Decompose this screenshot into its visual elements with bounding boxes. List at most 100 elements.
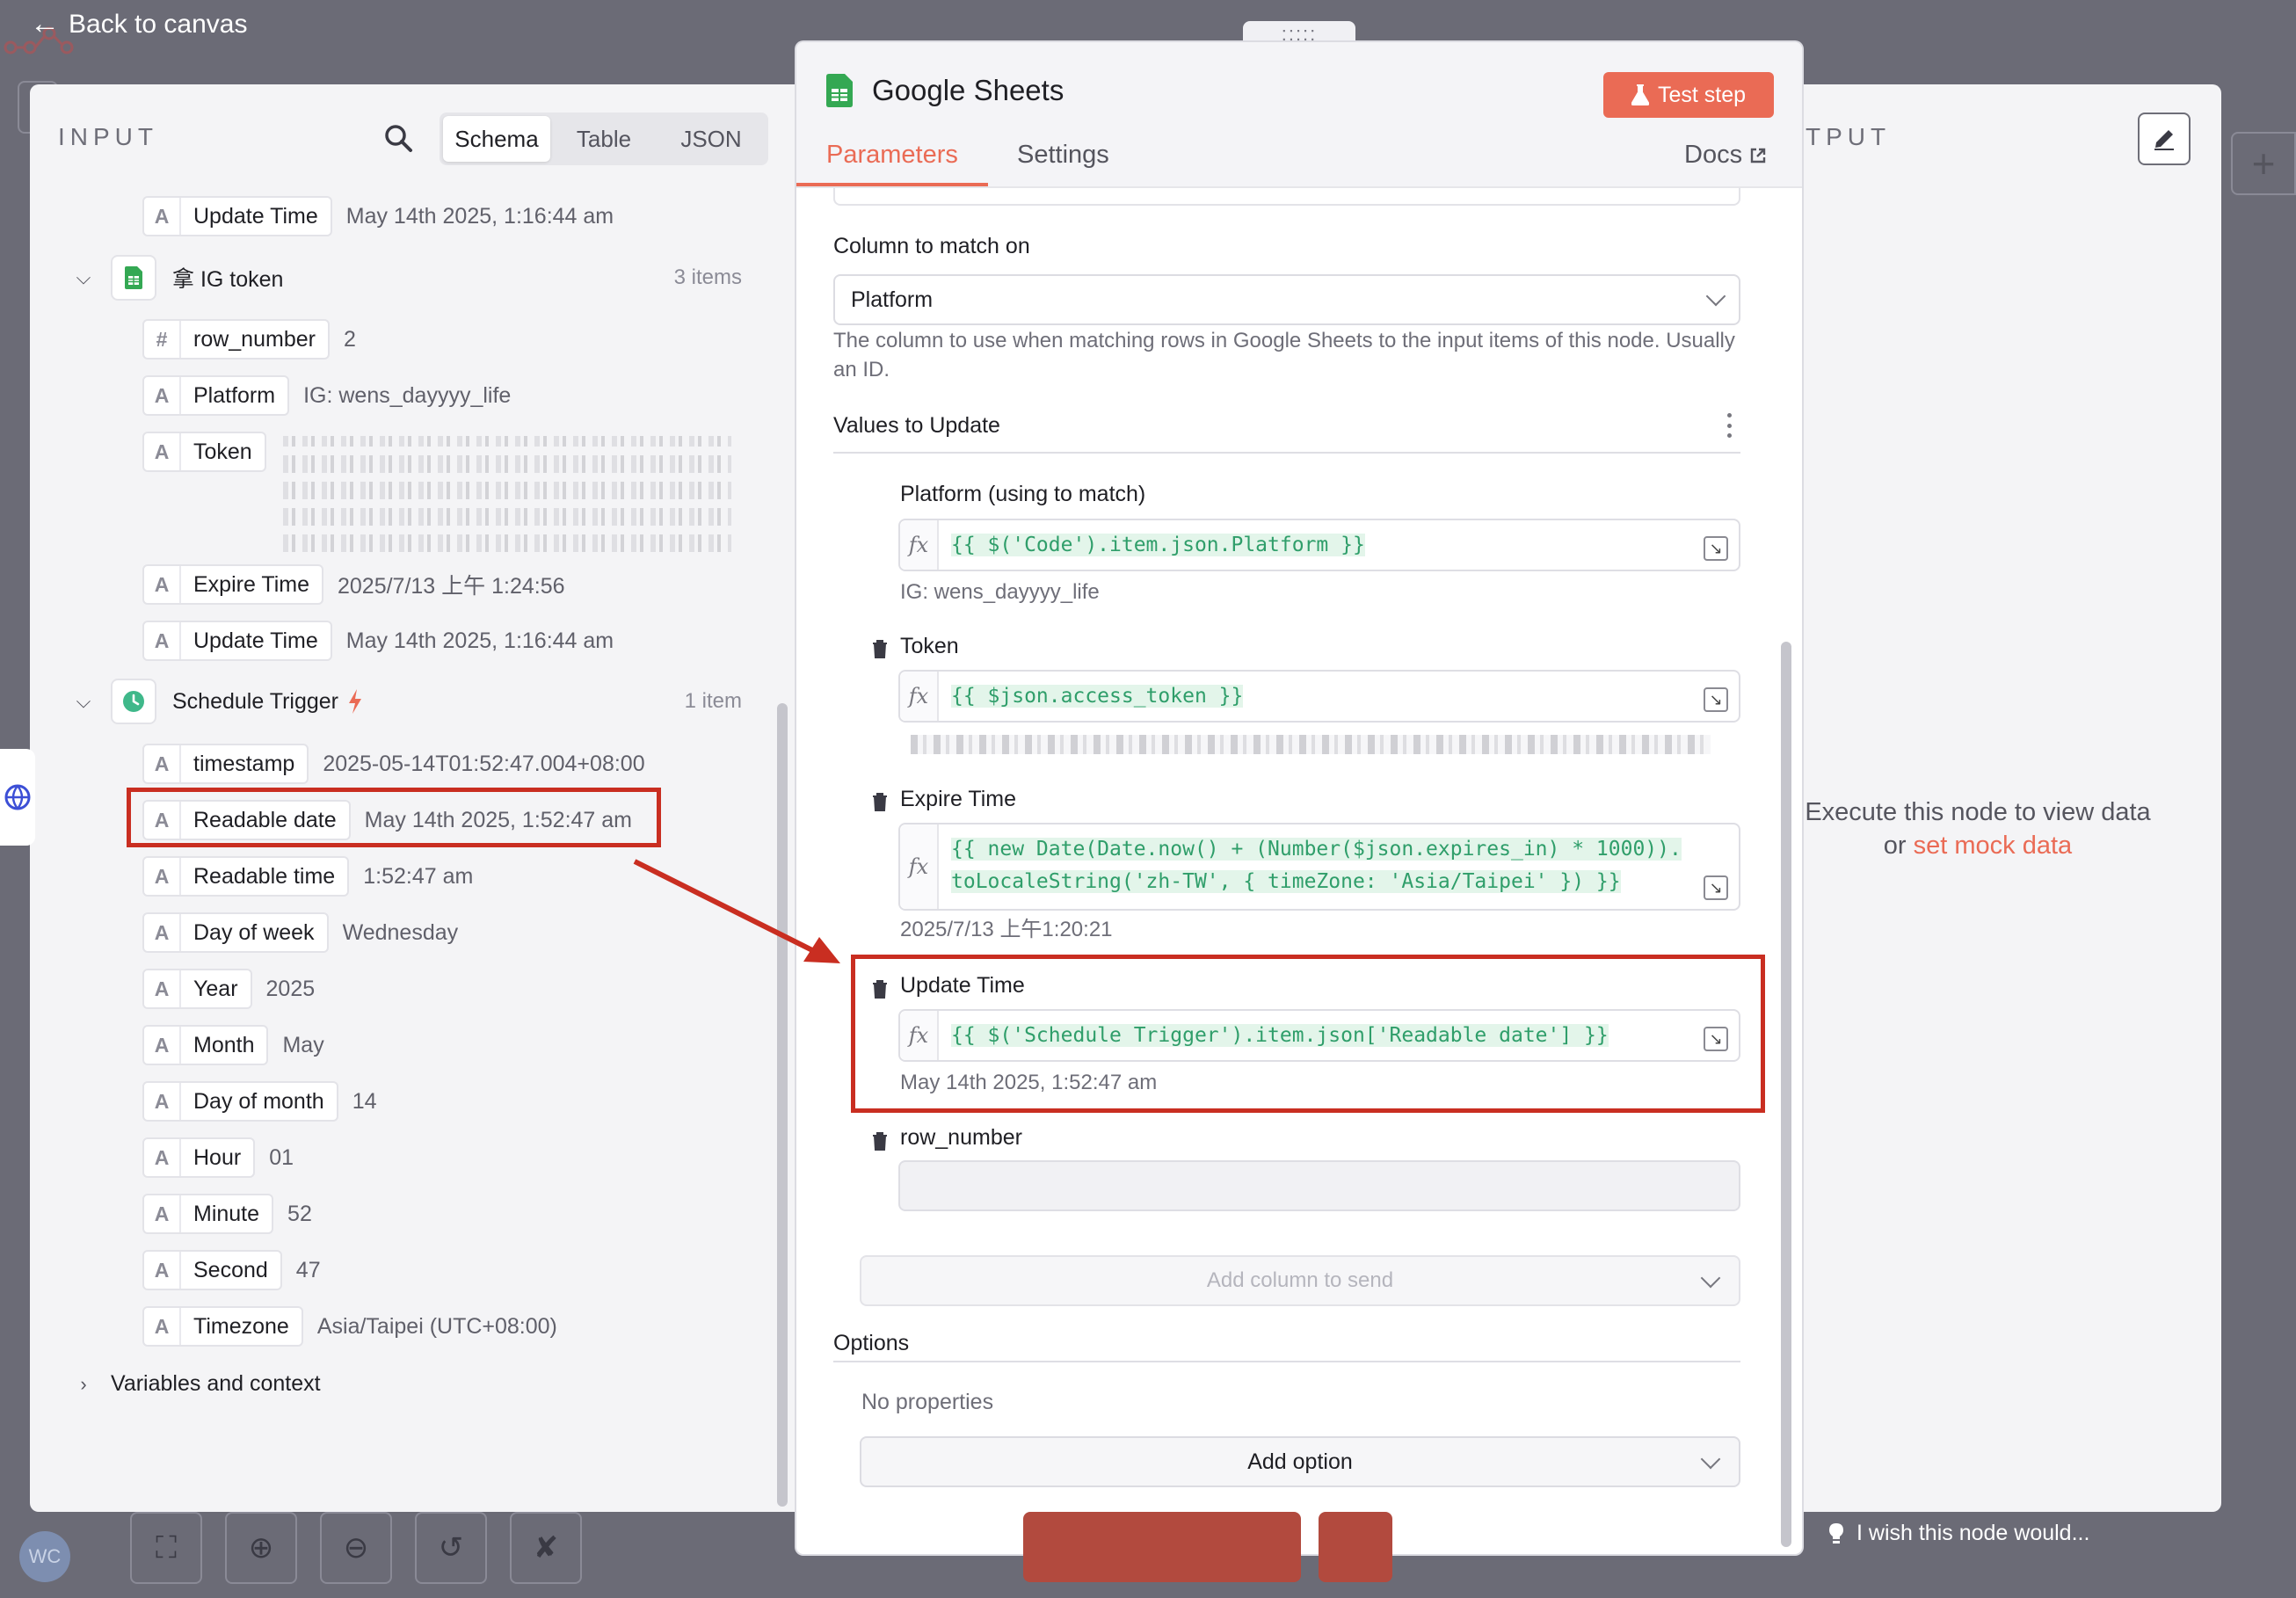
add-option-label: Add option (1247, 1449, 1353, 1474)
field-name: Update Time (193, 203, 318, 229)
field-value: 47 (295, 1257, 321, 1282)
schema-field-pill[interactable]: A Platform (142, 375, 290, 416)
fx-icon: fx (900, 520, 939, 570)
edit-output-button[interactable] (2138, 113, 2191, 165)
input-scrollbar[interactable] (777, 703, 788, 1507)
field-value: 2025/7/13 上午 1:24:56 (337, 574, 565, 599)
column-to-match-select[interactable]: Platform (833, 274, 1740, 325)
wish-label: I wish this node would... (1856, 1521, 2090, 1545)
docs-link[interactable]: Docs (1684, 141, 1767, 170)
schema-field-pill[interactable]: A Day of week (142, 912, 329, 953)
field-name: Readable date (193, 807, 337, 832)
schema-field-pill[interactable]: A Timezone (142, 1306, 303, 1347)
add-option-button[interactable]: Add option (860, 1436, 1740, 1487)
trash-icon[interactable] (871, 979, 889, 999)
fit-view-icon[interactable]: ⛶ (130, 1512, 202, 1584)
row-number-input[interactable] (898, 1160, 1740, 1211)
chevron-down-icon[interactable]: ⌵ (70, 690, 97, 713)
expression-input-platform[interactable]: fx {{ $('Code').item.json.Platform }} ↘ (898, 519, 1740, 571)
globe-icon[interactable] (0, 749, 35, 846)
tab-parameters[interactable]: Parameters (826, 141, 958, 170)
schema-field-pill[interactable]: A Hour (142, 1137, 256, 1178)
zoom-out-icon[interactable]: ⊖ (320, 1512, 392, 1584)
string-type-icon: A (144, 1195, 181, 1232)
add-column-dropdown[interactable]: Add column to send (860, 1255, 1740, 1306)
parameters-scrollbar[interactable] (1781, 642, 1791, 1547)
schema-field-pill[interactable]: A Update Time (142, 196, 332, 236)
field-value: Wednesday (342, 919, 459, 945)
schema-field-pill[interactable]: A Second (142, 1250, 282, 1290)
trash-icon[interactable] (871, 639, 889, 658)
schema-field-pill[interactable]: A Update Time (142, 621, 332, 661)
field-name: Year (193, 976, 238, 1001)
divider (833, 452, 1740, 454)
schema-group-ig-token[interactable]: ⌵ 拿 IG token 3 items (70, 255, 742, 301)
chevron-down-icon[interactable]: ⌵ (70, 266, 97, 289)
field-value: 52 (287, 1201, 312, 1226)
expand-icon[interactable]: ↘ (1704, 687, 1728, 712)
tab-table[interactable]: Table (550, 116, 658, 162)
field-name: Hour (193, 1144, 242, 1170)
google-sheets-node-icon (111, 255, 156, 301)
input-panel-title: INPUT (58, 123, 158, 150)
tab-schema[interactable]: Schema (443, 116, 550, 162)
schema-field-pill[interactable]: A Readable date (142, 800, 351, 840)
schema-field-pill[interactable]: A Month (142, 1025, 269, 1065)
schema-field-pill[interactable]: Atimestamp (142, 744, 309, 784)
field-label: Update Time (900, 973, 1025, 998)
execute-workflow-button[interactable] (1023, 1512, 1301, 1582)
field-name: Update Time (193, 628, 318, 653)
redacted-token-value (283, 436, 731, 552)
stop-button[interactable] (1319, 1512, 1392, 1582)
trash-icon[interactable] (871, 792, 889, 811)
expand-icon[interactable]: ↘ (1704, 875, 1728, 900)
clock-icon (111, 679, 156, 724)
clear-execution-icon[interactable]: ✘ (510, 1512, 582, 1584)
expression-input-token[interactable]: fx {{ $json.access_token }} ↘ (898, 670, 1740, 723)
set-mock-data-link[interactable]: set mock data (1914, 832, 2073, 860)
schema-field-pill[interactable]: A Year (142, 969, 252, 1009)
schema-field: A Timezone Asia/Taipei (UTC+08:00) (142, 1306, 557, 1347)
field-name: timestamp (193, 751, 295, 776)
zoom-in-icon[interactable]: ⊕ (225, 1512, 297, 1584)
expression-input-update-time[interactable]: fx {{ $('Schedule Trigger').item.json['R… (898, 1009, 1740, 1062)
search-icon[interactable] (383, 123, 413, 153)
test-step-button[interactable]: Test step (1603, 72, 1774, 118)
avatar[interactable]: WC (19, 1531, 70, 1582)
expression-input-expire-time[interactable]: fx {{ new Date(Date.now() + (Number($jso… (898, 823, 1740, 911)
schema-field: A Second 47 (142, 1250, 321, 1290)
tab-json[interactable]: JSON (658, 116, 765, 162)
variables-and-context-toggle[interactable]: › Variables and context (70, 1371, 320, 1397)
schema-field-pill[interactable]: A Token (142, 432, 266, 472)
field-value: 14 (352, 1088, 377, 1114)
or-text: or (1883, 831, 1907, 860)
tab-settings[interactable]: Settings (1017, 141, 1109, 170)
back-to-canvas-link[interactable]: ← Back to canvas (30, 7, 247, 41)
trash-icon[interactable] (871, 1131, 889, 1151)
expression-result: May 14th 2025, 1:52:47 am (900, 1071, 1158, 1094)
schema-field: A Expire Time 2025/7/13 上午 1:24:56 (142, 564, 565, 605)
string-type-icon: A (144, 433, 181, 470)
feedback-link[interactable]: I wish this node would... (1828, 1521, 2089, 1546)
undo-icon[interactable]: ↺ (415, 1512, 487, 1584)
field-value: 1:52:47 am (363, 863, 474, 889)
schema-field-pill[interactable]: A Minute (142, 1194, 274, 1234)
expand-icon[interactable]: ↘ (1704, 536, 1728, 561)
expression-result: 2025/7/13 上午1:20:21 (900, 918, 1113, 941)
schema-field-pill[interactable]: # row_number (142, 319, 330, 360)
values-to-update-label: Values to Update (833, 413, 1000, 438)
expand-icon[interactable]: ↘ (1704, 1027, 1728, 1051)
expression-code: {{ $json.access_token }} (951, 685, 1244, 708)
field-name: Readable time (193, 863, 336, 889)
more-options-icon[interactable] (1725, 413, 1733, 438)
node-title[interactable]: Google Sheets (872, 74, 1064, 107)
field-label: Platform (using to match) (900, 482, 1146, 506)
schema-field: A Token (142, 432, 266, 472)
chevron-right-icon: › (80, 1372, 87, 1395)
schema-field: A Readable date May 14th 2025, 1:52:47 am (142, 800, 632, 840)
schema-field-pill[interactable]: A Readable time (142, 856, 350, 897)
schema-group-schedule-trigger[interactable]: ⌵ Schedule Trigger 1 item (70, 679, 742, 724)
schema-field-pill[interactable]: A Day of month (142, 1081, 338, 1122)
schema-field-pill[interactable]: A Expire Time (142, 564, 323, 605)
add-node-button[interactable]: + (2231, 132, 2296, 195)
